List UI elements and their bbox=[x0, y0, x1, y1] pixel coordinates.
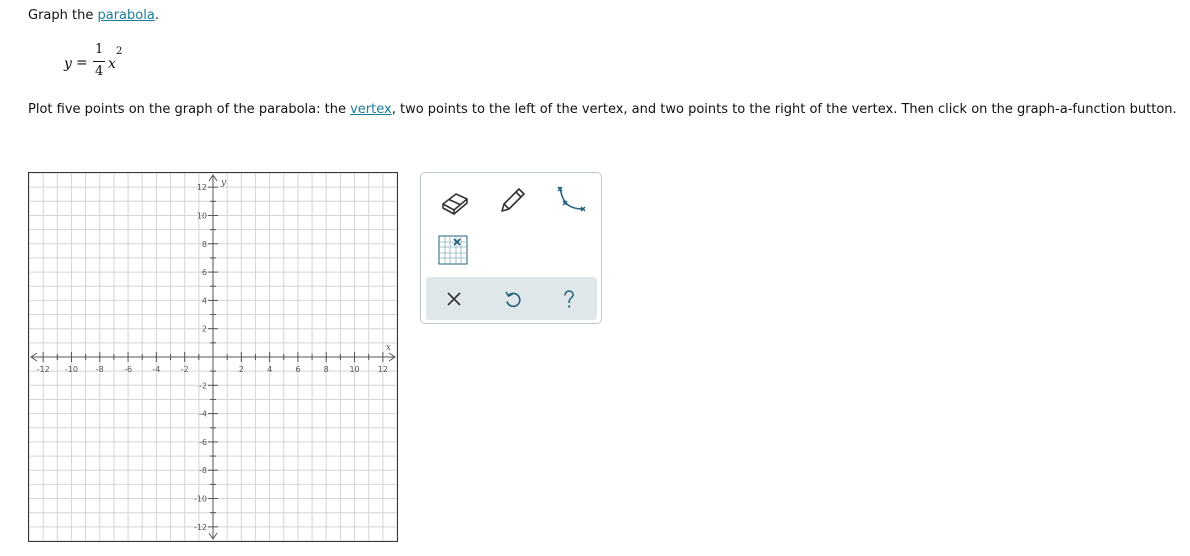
y-tick-label: 6 bbox=[202, 268, 207, 277]
instructions-part1: Plot five points on the graph of the par… bbox=[28, 102, 351, 117]
point-grid-tool[interactable] bbox=[438, 235, 468, 265]
y-tick-label: 4 bbox=[202, 296, 207, 305]
help-button[interactable] bbox=[557, 287, 581, 311]
title-prefix: Graph the bbox=[28, 8, 98, 23]
undo-icon bbox=[505, 291, 521, 308]
undo-button[interactable] bbox=[501, 287, 525, 311]
y-tick-label: -4 bbox=[199, 410, 207, 419]
equation-exponent: 2 bbox=[116, 46, 123, 57]
y-tick-label: 8 bbox=[202, 240, 207, 249]
help-icon bbox=[564, 290, 574, 308]
curve-icon bbox=[557, 186, 586, 212]
graph-area[interactable]: -12 -10 -8 -6 -4 -2 2 4 6 8 10 12 12 10 8 6 4 2 -2 -4 -6 -8 -1… bbox=[28, 172, 398, 542]
coordinate-grid[interactable]: -12 -10 -8 -6 -4 -2 2 4 6 8 10 12 12 10 8 6 4 2 -2 -4 -6 -8 -1… bbox=[29, 173, 397, 541]
y-axis-label: y bbox=[220, 178, 227, 188]
fraction-bar bbox=[93, 61, 105, 62]
x-tick-label: 12 bbox=[378, 365, 388, 374]
equation-numerator: 1 bbox=[95, 42, 104, 57]
y-tick-label: -8 bbox=[199, 466, 207, 475]
y-tick-label: 2 bbox=[202, 325, 207, 334]
y-tick-label: -12 bbox=[194, 523, 207, 532]
x-tick-label: 10 bbox=[349, 365, 359, 374]
y-tick-label: 10 bbox=[197, 211, 207, 220]
equation-variable: x bbox=[108, 56, 116, 72]
equation-lhs: y bbox=[64, 56, 72, 72]
x-tick-label: -12 bbox=[37, 365, 50, 374]
instructions: Plot five points on the graph of the par… bbox=[28, 101, 1178, 119]
x-tick-label: -10 bbox=[65, 365, 78, 374]
x-tick-label: -6 bbox=[124, 365, 132, 374]
x-tick-label: 8 bbox=[324, 365, 329, 374]
x-tick-label: 2 bbox=[239, 365, 244, 374]
equation-denominator: 4 bbox=[95, 64, 104, 79]
x-tick-label: -2 bbox=[181, 365, 189, 374]
title-suffix: . bbox=[154, 8, 159, 23]
x-tick-label: 6 bbox=[295, 365, 300, 374]
vertex-link[interactable]: vertex bbox=[350, 102, 392, 117]
graph-function-tool[interactable] bbox=[553, 183, 589, 215]
x-tick-label: -8 bbox=[96, 365, 104, 374]
tool-palette bbox=[420, 172, 602, 324]
x-tick-label: 4 bbox=[267, 365, 272, 374]
pencil-icon bbox=[501, 188, 525, 212]
equation-equals: = bbox=[76, 55, 88, 71]
grid-point-icon bbox=[438, 235, 468, 265]
y-tick-label: -6 bbox=[199, 438, 207, 447]
instructions-part2: , two points to the left of the vertex, … bbox=[391, 102, 1177, 117]
parabola-link[interactable]: parabola bbox=[97, 8, 154, 23]
action-bar bbox=[426, 277, 597, 320]
y-tick-label: -10 bbox=[194, 495, 207, 504]
eraser-tool[interactable] bbox=[439, 187, 471, 217]
question-title: Graph the parabola. bbox=[28, 8, 159, 23]
pencil-tool[interactable] bbox=[497, 184, 529, 216]
eraser-icon bbox=[442, 193, 468, 215]
close-icon bbox=[447, 292, 461, 306]
clear-button[interactable] bbox=[442, 287, 466, 311]
y-tick-label: -2 bbox=[199, 381, 207, 390]
y-tick-label: 12 bbox=[197, 183, 207, 192]
parabola-equation: y = 1 4 x 2 bbox=[64, 40, 144, 84]
x-axis-label: x bbox=[386, 343, 391, 353]
x-tick-label: -4 bbox=[152, 365, 160, 374]
